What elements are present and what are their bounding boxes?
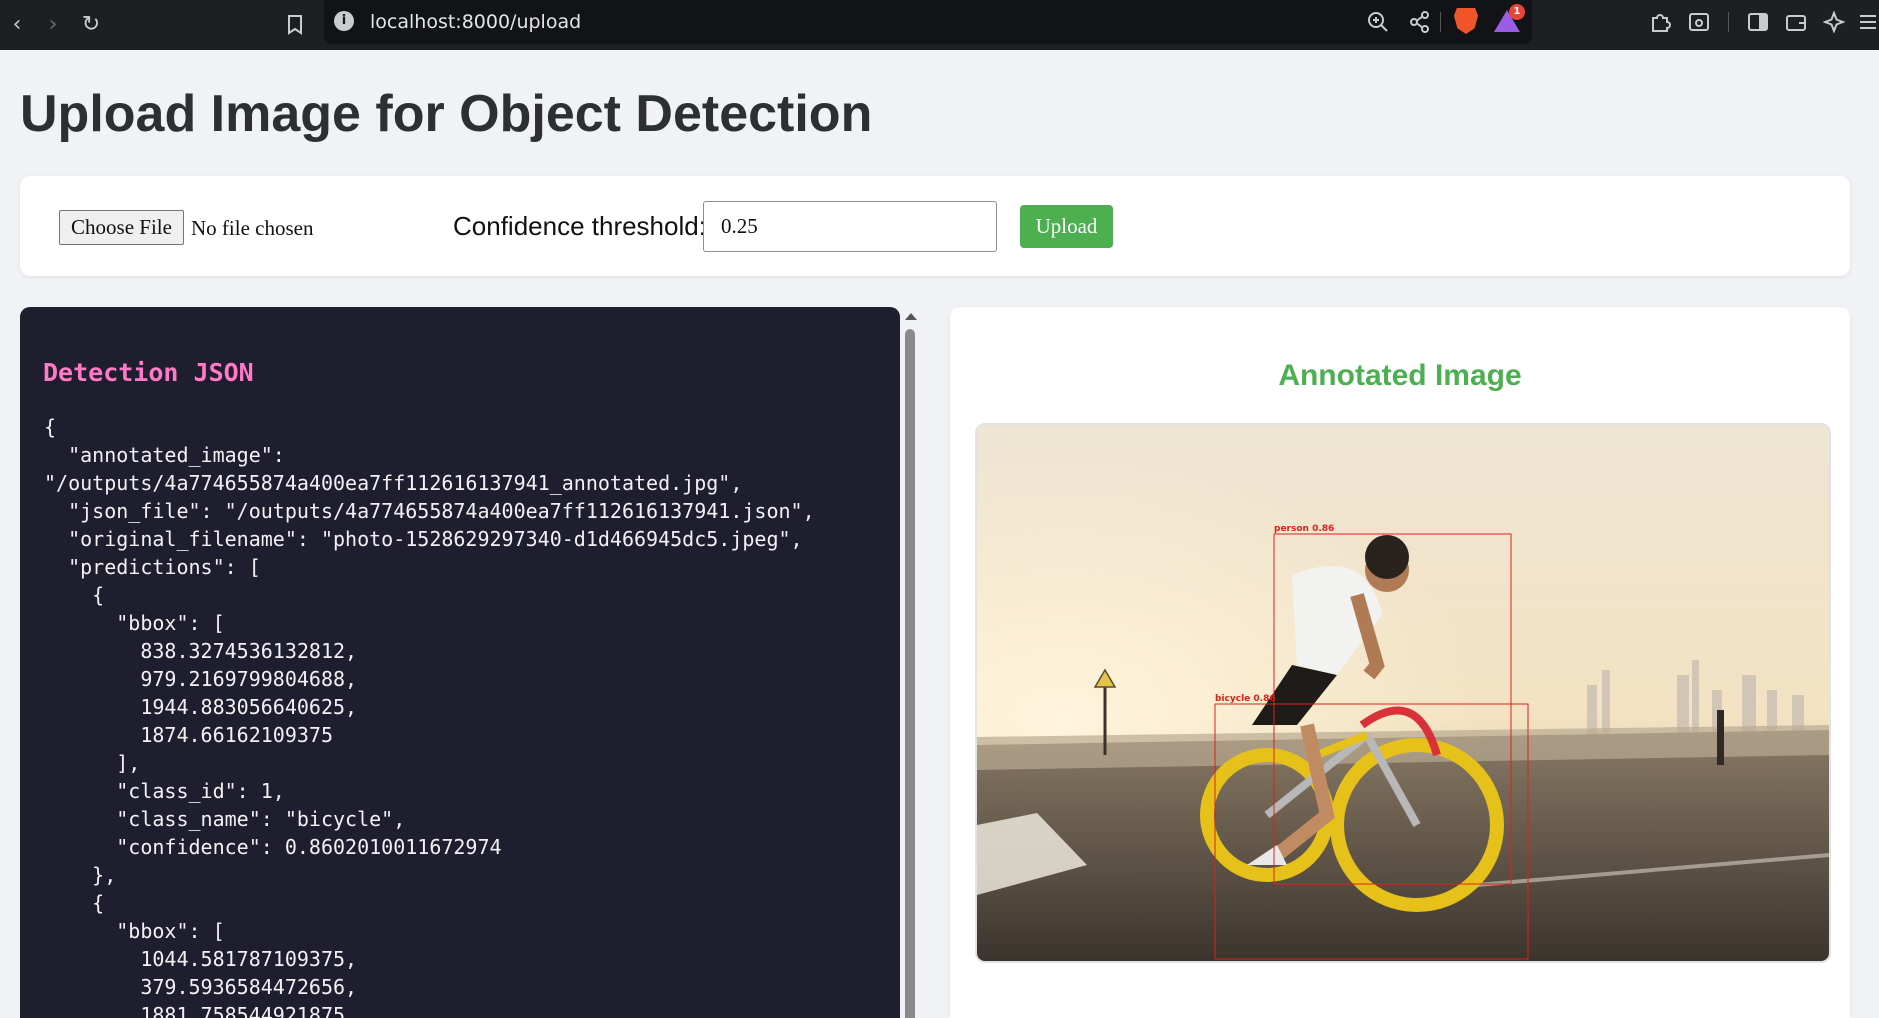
forward-icon[interactable]: › (36, 8, 70, 42)
person-bbox-label: person 0.86 (1274, 524, 1334, 534)
extensions-icon[interactable] (1644, 6, 1676, 38)
back-icon[interactable]: ‹ (0, 8, 34, 42)
scroll-thumb[interactable] (905, 329, 915, 1018)
upload-form: Choose File No file chosen Confidence th… (20, 176, 1850, 276)
bicycle-bbox-label: bicycle 0.86 (1215, 694, 1276, 704)
menu-icon[interactable] (1852, 6, 1879, 38)
annotated-photo: person 0.86 bicycle 0.86 (977, 425, 1829, 961)
reader-icon[interactable] (1683, 6, 1715, 38)
address-bar[interactable]: i localhost:8000/upload (324, 0, 1532, 44)
wallet-icon[interactable] (1780, 6, 1812, 38)
confidence-threshold-input[interactable]: 0.25 (703, 201, 997, 252)
annotated-image: person 0.86 bicycle 0.86 (975, 423, 1831, 963)
file-status-label: No file chosen (191, 216, 314, 240)
sidebar-icon[interactable] (1742, 6, 1774, 38)
browser-toolbar: ‹ › ↻ i localhost:8000/upload 1 (0, 0, 1879, 50)
page-title: Upload Image for Object Detection (20, 85, 873, 143)
share-icon[interactable] (1404, 6, 1436, 38)
json-scrollbar[interactable] (901, 307, 919, 1018)
detection-json-panel: Detection JSON { "annotated_image": "/ou… (20, 307, 900, 1018)
choose-file-button[interactable]: Choose File (59, 210, 184, 245)
bookmark-icon[interactable] (278, 8, 312, 42)
reload-icon[interactable]: ↻ (74, 8, 108, 42)
json-content: { "annotated_image": "/outputs/4a7746558… (44, 415, 815, 1018)
upload-button[interactable]: Upload (1020, 205, 1113, 248)
annotated-image-panel: Annotated Image person 0.86 bicycle 0.86 (950, 307, 1850, 1018)
image-panel-title: Annotated Image (1278, 359, 1522, 392)
rewards-badge: 1 (1509, 4, 1525, 20)
toolbar-divider (1728, 12, 1729, 32)
leo-icon[interactable] (1818, 6, 1850, 38)
url-text[interactable]: localhost:8000/upload (370, 10, 581, 34)
scroll-up-icon[interactable] (905, 313, 917, 320)
confidence-label: Confidence threshold: (453, 211, 706, 241)
json-panel-title: Detection JSON (43, 358, 254, 387)
site-info-icon[interactable]: i (334, 11, 354, 31)
zoom-icon[interactable] (1362, 6, 1394, 38)
toolbar-divider (1440, 12, 1441, 32)
